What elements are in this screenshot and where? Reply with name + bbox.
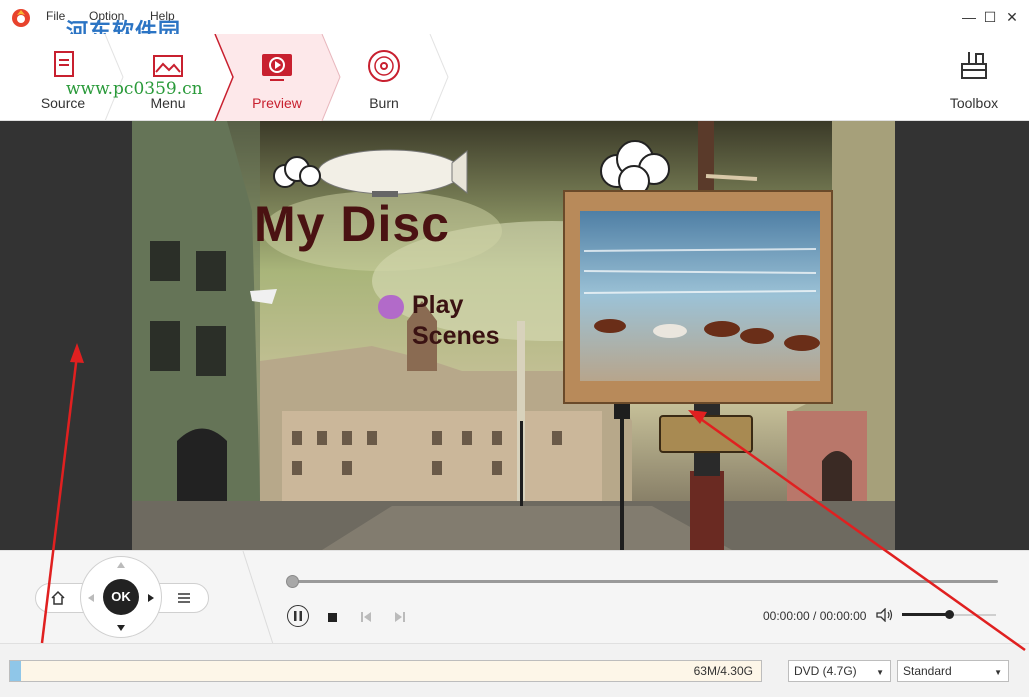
- progress-track[interactable]: [292, 580, 998, 583]
- maximize-icon[interactable]: ☐: [979, 6, 1001, 28]
- down-arrow-icon[interactable]: [116, 624, 126, 632]
- left-arrow-icon[interactable]: [87, 593, 95, 603]
- menu-file[interactable]: File: [46, 9, 65, 23]
- volume-handle[interactable]: [945, 610, 954, 619]
- step-burn[interactable]: Burn: [334, 34, 434, 121]
- remote-control: OK: [0, 551, 274, 644]
- previous-button[interactable]: [360, 611, 372, 623]
- disc-menu-scenes[interactable]: Scenes: [412, 322, 500, 351]
- disc-icon: [366, 48, 402, 84]
- disc-menu-background: [132, 121, 895, 550]
- right-arrow-icon[interactable]: [147, 593, 155, 603]
- step-navigation: www.pc0359.cn Source Menu Preview Burn T…: [0, 34, 1029, 121]
- step-menu-label: Menu: [150, 95, 186, 111]
- capacity-text: 63M/4.30G: [693, 664, 753, 678]
- playback-controls: OK 00:00:00 / 00:00:00: [0, 550, 1029, 644]
- disc-menu-play[interactable]: Play: [412, 291, 463, 320]
- ok-button[interactable]: OK: [103, 579, 139, 615]
- disc-menu-title: My Disc: [254, 196, 450, 252]
- up-arrow-icon[interactable]: [116, 561, 126, 569]
- preview-area: My Disc Play Scenes: [0, 121, 1029, 550]
- timecode: 00:00:00 / 00:00:00: [763, 609, 867, 623]
- disc-menu-preview[interactable]: My Disc Play Scenes: [132, 121, 895, 550]
- step-preview-label: Preview: [252, 95, 302, 111]
- pause-button[interactable]: [287, 605, 309, 627]
- list-icon[interactable]: [172, 587, 196, 609]
- stop-button[interactable]: [326, 611, 338, 623]
- chevron-down-icon: ▼: [876, 668, 884, 677]
- menubar: File Option Help 河东软件园 — ☐ ✕: [0, 0, 1029, 45]
- close-icon[interactable]: ✕: [1001, 6, 1023, 28]
- progress-handle[interactable]: [286, 575, 299, 588]
- minimize-icon[interactable]: —: [958, 6, 980, 28]
- toolbox-label: Toolbox: [949, 95, 999, 111]
- step-source-label: Source: [40, 95, 86, 111]
- volume-icon[interactable]: [876, 607, 894, 623]
- status-bar: 63M/4.30G DVD (4.7G) ▼ Standard ▼: [0, 643, 1029, 697]
- document-icon: [45, 48, 81, 84]
- toolbox-button[interactable]: Toolbox: [929, 34, 1019, 121]
- disc-type-select[interactable]: DVD (4.7G) ▼: [788, 660, 891, 682]
- toolbox-icon: [956, 48, 992, 84]
- quality-value: Standard: [903, 664, 952, 678]
- play-menu-cursor-icon: [378, 295, 404, 319]
- home-icon[interactable]: [46, 587, 70, 609]
- disc-type-value: DVD (4.7G): [794, 664, 857, 678]
- volume-level: [902, 613, 949, 616]
- capacity-used: [10, 661, 21, 681]
- step-source[interactable]: Source: [13, 34, 113, 121]
- app-logo-icon: [10, 6, 32, 28]
- step-burn-label: Burn: [369, 95, 399, 111]
- next-button[interactable]: [394, 611, 406, 623]
- menu-template-icon: [150, 48, 186, 84]
- quality-select[interactable]: Standard ▼: [897, 660, 1009, 682]
- capacity-bar: 63M/4.30G: [9, 660, 762, 682]
- step-menu[interactable]: Menu: [118, 34, 218, 121]
- step-preview[interactable]: Preview: [227, 34, 327, 121]
- play-screen-icon: [259, 48, 295, 84]
- chevron-down-icon: ▼: [994, 668, 1002, 677]
